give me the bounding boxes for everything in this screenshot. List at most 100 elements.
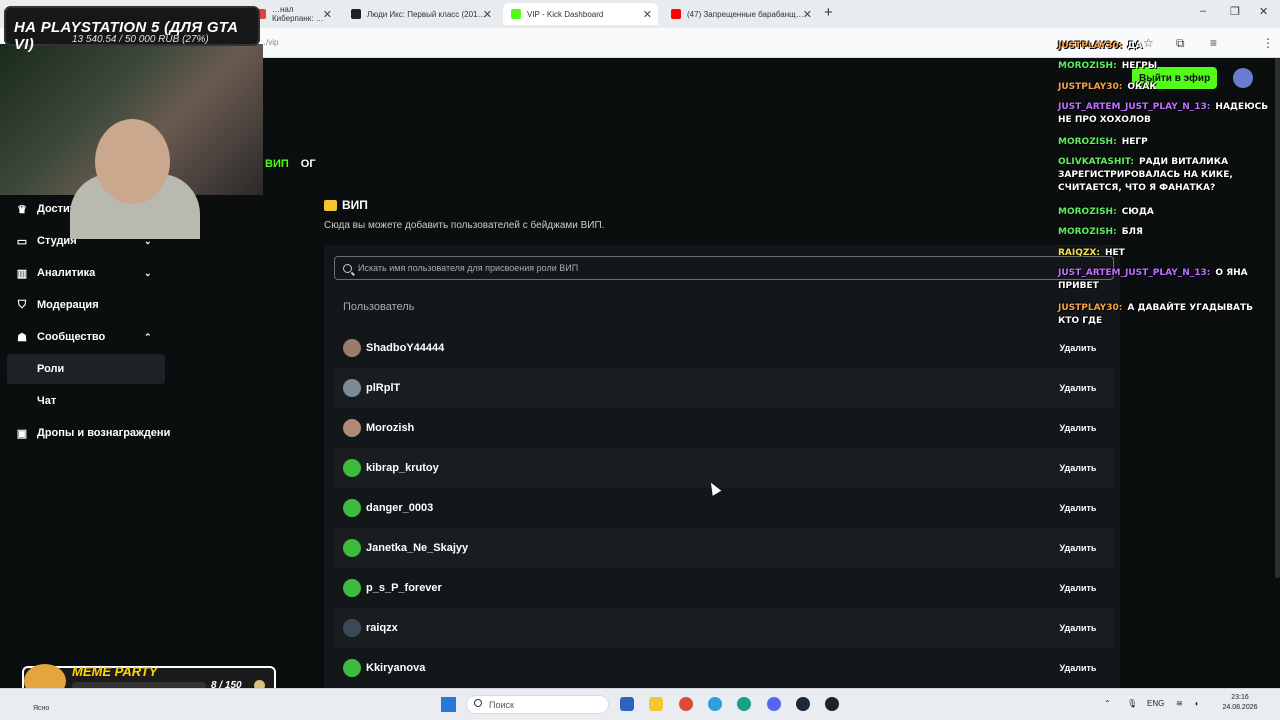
weather-text[interactable]: Ясно — [33, 705, 49, 712]
user-avatar[interactable] — [343, 579, 361, 597]
tab-close-icon[interactable]: ✕ — [483, 8, 492, 21]
remove-vip-button[interactable]: Удалить — [1051, 377, 1105, 399]
chrome-icon[interactable] — [679, 697, 693, 711]
tab-close-icon[interactable]: ✕ — [803, 8, 812, 21]
sidebar-item[interactable]: ▣ Дропы и вознаграждени — [0, 418, 175, 448]
tab-favicon-icon — [511, 9, 521, 19]
microphone-icon[interactable]: 🎙 — [1127, 699, 1137, 708]
system-clock[interactable]: 23:16 24.08.2026 — [1216, 693, 1264, 713]
remove-vip-button[interactable]: Удалить — [1051, 657, 1105, 679]
volume-icon[interactable]: ◖ — [1194, 699, 1199, 708]
username[interactable]: danger_0003 — [366, 502, 433, 514]
remove-vip-button[interactable]: Удалить — [1051, 457, 1105, 479]
vip-search-input[interactable]: Искать имя пользователя для присвоения р… — [334, 256, 1114, 280]
minimize-button[interactable]: – — [1200, 5, 1206, 17]
chat-text: НЕГР — [1121, 137, 1148, 147]
chat-message: JUSTPLAY30: ДА — [1058, 40, 1276, 53]
user-avatar[interactable] — [343, 339, 361, 357]
chat-username: JUSTPLAY30: — [1058, 82, 1123, 92]
username[interactable]: ShadboY44444 — [366, 342, 444, 354]
vip-user-row: Morozish Удалить — [335, 408, 1113, 448]
community-icon: ☗ — [17, 331, 27, 344]
user-avatar[interactable] — [343, 619, 361, 637]
tab-vip[interactable]: ВИП — [265, 158, 289, 170]
user-avatar[interactable] — [343, 499, 361, 517]
username[interactable]: Morozish — [366, 422, 414, 434]
folder-icon[interactable] — [649, 697, 663, 711]
username[interactable]: p_s_P_forever — [366, 582, 442, 594]
chat-username: JUSTPLAY30: — [1058, 41, 1123, 51]
new-tab-button[interactable]: + — [824, 4, 833, 21]
vip-user-row: Janetka_Ne_Skajyy Удалить — [335, 528, 1113, 568]
edge-icon[interactable] — [737, 697, 751, 711]
taskbar-search[interactable]: Поиск — [466, 695, 609, 714]
donation-goal-widget: НА PLAYSTATION 5 (ДЛЯ GTA VI) 13 540.54 … — [4, 6, 260, 53]
username[interactable]: Janetka_Ne_Skajyy — [366, 542, 468, 554]
studio-icon: ▭ — [16, 235, 28, 248]
user-avatar[interactable] — [343, 539, 361, 557]
webcam-feed — [0, 44, 263, 239]
tab-close-icon[interactable]: ✕ — [323, 8, 332, 21]
chat-username: MOROZISH: — [1058, 61, 1117, 71]
user-avatar[interactable] — [343, 459, 361, 477]
browser-tab[interactable]: VIP - Kick Dashboard ✕ — [503, 3, 658, 25]
remove-vip-button[interactable]: Удалить — [1051, 497, 1105, 519]
tab-label: VIP - Kick Dashboard — [527, 9, 604, 19]
search-icon — [343, 263, 352, 273]
tab-og[interactable]: ОГ — [301, 158, 316, 170]
discord-icon[interactable] — [767, 697, 781, 711]
language-indicator[interactable]: ENG — [1147, 699, 1164, 708]
sidebar-item-label: Сообщество — [37, 331, 106, 343]
steam-icon[interactable] — [796, 697, 810, 711]
sidebar-item[interactable]: ⛉ Модерация — [0, 290, 175, 320]
user-avatar[interactable] — [343, 379, 361, 397]
taskbar-search-placeholder: Поиск — [489, 699, 514, 710]
chat-message: MOROZISH: СЮДА — [1058, 206, 1276, 219]
username[interactable]: Kkiryanova — [366, 662, 425, 674]
calculator-icon[interactable] — [620, 697, 634, 711]
user-avatar[interactable] — [343, 419, 361, 437]
maximize-button[interactable]: ❐ — [1230, 5, 1240, 18]
remove-vip-button[interactable]: Удалить — [1051, 617, 1105, 639]
remove-vip-button[interactable]: Удалить — [1051, 577, 1105, 599]
chat-text: ОКАК — [1127, 82, 1157, 92]
tab-close-icon[interactable]: ✕ — [643, 8, 652, 21]
vip-user-row: p_s_P_forever Удалить — [335, 568, 1113, 608]
column-header-user: Пользователь — [343, 301, 415, 313]
chat-text: ДА — [1127, 41, 1143, 51]
chat-username: JUST_ARTEM_JUST_PLAY_N_13: — [1058, 102, 1211, 112]
user-avatar[interactable] — [343, 659, 361, 677]
browser-tab[interactable]: …нал Киберпанк: … ✕ — [248, 3, 338, 25]
chat-message: JUSTPLAY30: А ДАВАЙТЕ УГАДЫВАТЬ КТО ГДЕ — [1058, 302, 1276, 328]
vip-user-row: danger_0003 Удалить — [335, 488, 1113, 528]
obs-icon[interactable] — [825, 697, 839, 711]
chat-username: RAIQZX: — [1058, 248, 1100, 258]
chat-text: СЮДА — [1121, 207, 1154, 217]
browser-tab[interactable]: (47) Запрещенные барабанщ… ✕ — [663, 3, 818, 25]
vip-user-row: raiqzx Удалить — [335, 608, 1113, 648]
windows-taskbar — [0, 688, 1280, 720]
analytics-icon: ▥ — [16, 267, 28, 280]
sidebar-item[interactable]: ▥ Аналитика ⌄ — [0, 258, 175, 288]
username[interactable]: kibrap_krutoy — [366, 462, 439, 474]
clock-time: 23:16 — [1231, 694, 1249, 701]
username[interactable]: plRplT — [366, 382, 400, 394]
browser-tab[interactable]: Люди Икс: Первый класс (201… ✕ — [343, 3, 498, 25]
sidebar-item[interactable]: ☗ Сообщество ⌃ — [0, 322, 175, 352]
sidebar-item-label: Дропы и вознаграждени — [37, 427, 171, 439]
telegram-icon[interactable] — [708, 697, 722, 711]
windows-start-icon[interactable] — [441, 697, 456, 712]
chevron-down-icon: ⌄ — [144, 267, 152, 278]
taskbar-search-icon — [474, 699, 482, 707]
wifi-icon[interactable]: ≋ — [1176, 699, 1183, 708]
sidebar-item[interactable]: Чат — [0, 386, 175, 416]
tray-chevron-icon[interactable]: ⌃ — [1104, 699, 1111, 708]
remove-vip-button[interactable]: Удалить — [1051, 337, 1105, 359]
chevron-up-icon: ⌃ — [144, 331, 152, 342]
remove-vip-button[interactable]: Удалить — [1051, 417, 1105, 439]
close-window-button[interactable]: ✕ — [1259, 5, 1268, 18]
remove-vip-button[interactable]: Удалить — [1051, 537, 1105, 559]
username[interactable]: raiqzx — [366, 622, 398, 634]
chat-username: MOROZISH: — [1058, 137, 1117, 147]
sidebar-item[interactable]: Роли — [7, 354, 165, 384]
